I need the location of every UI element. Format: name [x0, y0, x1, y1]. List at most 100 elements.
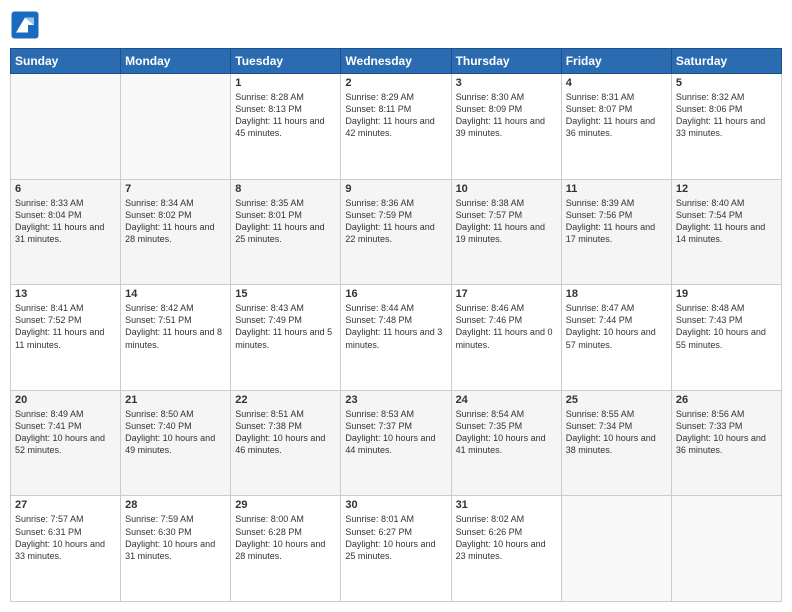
cell-content: Sunrise: 8:53 AM Sunset: 7:37 PM Dayligh… [345, 408, 446, 457]
cell-content: Sunrise: 8:36 AM Sunset: 7:59 PM Dayligh… [345, 197, 446, 246]
calendar-header-row: SundayMondayTuesdayWednesdayThursdayFrid… [11, 49, 782, 74]
calendar-cell: 18Sunrise: 8:47 AM Sunset: 7:44 PM Dayli… [561, 285, 671, 391]
cell-content: Sunrise: 8:44 AM Sunset: 7:48 PM Dayligh… [345, 302, 446, 351]
cell-content: Sunrise: 8:43 AM Sunset: 7:49 PM Dayligh… [235, 302, 336, 351]
calendar-day-header: Wednesday [341, 49, 451, 74]
calendar-cell: 12 Sunrise: 8:40 AM Sunset: 7:54 PM Dayli… [671, 179, 781, 285]
calendar-week-row: 13Sunrise: 8:41 AM Sunset: 7:52 PM Dayli… [11, 285, 782, 391]
day-number: 6 [15, 183, 116, 195]
cell-content: Sunrise: 8:34 AM Sunset: 8:02 PM Dayligh… [125, 197, 226, 246]
cell-content: Sunrise: 8:30 AM Sunset: 8:09 PM Dayligh… [456, 91, 557, 140]
calendar-day-header: Tuesday [231, 49, 341, 74]
calendar-cell: 6 Sunrise: 8:33 AM Sunset: 8:04 PM Daylig… [11, 179, 121, 285]
calendar-table: SundayMondayTuesdayWednesdayThursdayFrid… [10, 48, 782, 602]
day-number: 7 [125, 183, 226, 195]
day-number: 26 [676, 394, 777, 406]
calendar-day-header: Monday [121, 49, 231, 74]
day-number: 25 [566, 394, 667, 406]
calendar-cell: 16 Sunrise: 8:44 AM Sunset: 7:48 PM Dayli… [341, 285, 451, 391]
calendar-cell: 2 Sunrise: 8:29 AM Sunset: 8:11 PM Daylig… [341, 74, 451, 180]
cell-content: Sunrise: 8:41 AM Sunset: 7:52 PM Dayligh… [15, 302, 116, 351]
cell-content: Sunrise: 8:51 AM Sunset: 7:38 PM Dayligh… [235, 408, 336, 457]
day-number: 8 [235, 183, 336, 195]
calendar-cell: 4 Sunrise: 8:31 AM Sunset: 8:07 PM Daylig… [561, 74, 671, 180]
day-number: 1 [235, 77, 336, 89]
day-number: 22 [235, 394, 336, 406]
cell-content: Sunrise: 8:35 AM Sunset: 8:01 PM Dayligh… [235, 197, 336, 246]
calendar-cell: 22 Sunrise: 8:51 AM Sunset: 7:38 PM Dayli… [231, 390, 341, 496]
calendar-cell [671, 496, 781, 602]
calendar-cell: 23 Sunrise: 8:53 AM Sunset: 7:37 PM Dayli… [341, 390, 451, 496]
cell-content: Sunrise: 8:48 AM Sunset: 7:43 PM Dayligh… [676, 302, 777, 351]
calendar-cell: 27 Sunrise: 7:57 AM Sunset: 6:31 PM Dayli… [11, 496, 121, 602]
calendar-cell: 15Sunrise: 8:43 AM Sunset: 7:49 PM Dayli… [231, 285, 341, 391]
day-number: 29 [235, 499, 336, 511]
cell-content: Sunrise: 8:50 AM Sunset: 7:40 PM Dayligh… [125, 408, 226, 457]
day-number: 4 [566, 77, 667, 89]
cell-content: Sunrise: 8:42 AM Sunset: 7:51 PM Dayligh… [125, 302, 226, 351]
calendar-day-header: Sunday [11, 49, 121, 74]
calendar-cell: 8 Sunrise: 8:35 AM Sunset: 8:01 PM Daylig… [231, 179, 341, 285]
calendar-cell [121, 74, 231, 180]
day-number: 31 [456, 499, 557, 511]
cell-content: Sunrise: 8:31 AM Sunset: 8:07 PM Dayligh… [566, 91, 667, 140]
header [10, 10, 782, 40]
calendar-body: 1 Sunrise: 8:28 AM Sunset: 8:13 PM Daylig… [11, 74, 782, 602]
cell-content: Sunrise: 8:29 AM Sunset: 8:11 PM Dayligh… [345, 91, 446, 140]
logo-icon [10, 10, 40, 40]
calendar-cell: 19 Sunrise: 8:48 AM Sunset: 7:43 PM Dayli… [671, 285, 781, 391]
calendar-cell: 14 Sunrise: 8:42 AM Sunset: 7:51 PM Dayli… [121, 285, 231, 391]
calendar-cell: 25 Sunrise: 8:55 AM Sunset: 7:34 PM Dayli… [561, 390, 671, 496]
cell-content: Sunrise: 8:28 AM Sunset: 8:13 PM Dayligh… [235, 91, 336, 140]
calendar-cell: 13Sunrise: 8:41 AM Sunset: 7:52 PM Dayli… [11, 285, 121, 391]
calendar-cell: 11Sunrise: 8:39 AM Sunset: 7:56 PM Dayli… [561, 179, 671, 285]
calendar-week-row: 6 Sunrise: 8:33 AM Sunset: 8:04 PM Daylig… [11, 179, 782, 285]
cell-content: Sunrise: 8:49 AM Sunset: 7:41 PM Dayligh… [15, 408, 116, 457]
day-number: 23 [345, 394, 446, 406]
calendar-cell: 26 Sunrise: 8:56 AM Sunset: 7:33 PM Dayli… [671, 390, 781, 496]
day-number: 11 [566, 183, 667, 195]
day-number: 21 [125, 394, 226, 406]
cell-content: Sunrise: 8:00 AM Sunset: 6:28 PM Dayligh… [235, 513, 336, 562]
day-number: 16 [345, 288, 446, 300]
day-number: 2 [345, 77, 446, 89]
cell-content: Sunrise: 8:46 AM Sunset: 7:46 PM Dayligh… [456, 302, 557, 351]
cell-content: Sunrise: 8:40 AM Sunset: 7:54 PM Dayligh… [676, 197, 777, 246]
day-number: 20 [15, 394, 116, 406]
cell-content: Sunrise: 8:54 AM Sunset: 7:35 PM Dayligh… [456, 408, 557, 457]
calendar-cell: 20 Sunrise: 8:49 AM Sunset: 7:41 PM Dayli… [11, 390, 121, 496]
day-number: 19 [676, 288, 777, 300]
day-number: 12 [676, 183, 777, 195]
calendar-cell: 9Sunrise: 8:36 AM Sunset: 7:59 PM Daylig… [341, 179, 451, 285]
calendar-cell: 21 Sunrise: 8:50 AM Sunset: 7:40 PM Dayli… [121, 390, 231, 496]
cell-content: Sunrise: 8:02 AM Sunset: 6:26 PM Dayligh… [456, 513, 557, 562]
calendar-cell: 1 Sunrise: 8:28 AM Sunset: 8:13 PM Daylig… [231, 74, 341, 180]
calendar-day-header: Thursday [451, 49, 561, 74]
calendar-cell: 3 Sunrise: 8:30 AM Sunset: 8:09 PM Daylig… [451, 74, 561, 180]
day-number: 17 [456, 288, 557, 300]
day-number: 10 [456, 183, 557, 195]
calendar-cell: 28Sunrise: 7:59 AM Sunset: 6:30 PM Dayli… [121, 496, 231, 602]
calendar-cell: 17 Sunrise: 8:46 AM Sunset: 7:46 PM Dayli… [451, 285, 561, 391]
calendar-cell [11, 74, 121, 180]
calendar-cell: 10 Sunrise: 8:38 AM Sunset: 7:57 PM Dayli… [451, 179, 561, 285]
cell-content: Sunrise: 7:57 AM Sunset: 6:31 PM Dayligh… [15, 513, 116, 562]
cell-content: Sunrise: 8:47 AM Sunset: 7:44 PM Dayligh… [566, 302, 667, 351]
cell-content: Sunrise: 8:01 AM Sunset: 6:27 PM Dayligh… [345, 513, 446, 562]
calendar-cell: 30Sunrise: 8:01 AM Sunset: 6:27 PM Dayli… [341, 496, 451, 602]
cell-content: Sunrise: 8:33 AM Sunset: 8:04 PM Dayligh… [15, 197, 116, 246]
cell-content: Sunrise: 8:55 AM Sunset: 7:34 PM Dayligh… [566, 408, 667, 457]
day-number: 27 [15, 499, 116, 511]
calendar-cell: 31 Sunrise: 8:02 AM Sunset: 6:26 PM Dayli… [451, 496, 561, 602]
day-number: 28 [125, 499, 226, 511]
calendar-day-header: Saturday [671, 49, 781, 74]
main-container: SundayMondayTuesdayWednesdayThursdayFrid… [0, 0, 792, 612]
cell-content: Sunrise: 8:38 AM Sunset: 7:57 PM Dayligh… [456, 197, 557, 246]
calendar-week-row: 27 Sunrise: 7:57 AM Sunset: 6:31 PM Dayli… [11, 496, 782, 602]
cell-content: Sunrise: 8:56 AM Sunset: 7:33 PM Dayligh… [676, 408, 777, 457]
calendar-cell [561, 496, 671, 602]
calendar-week-row: 20 Sunrise: 8:49 AM Sunset: 7:41 PM Dayli… [11, 390, 782, 496]
day-number: 14 [125, 288, 226, 300]
day-number: 3 [456, 77, 557, 89]
calendar-cell: 5Sunrise: 8:32 AM Sunset: 8:06 PM Daylig… [671, 74, 781, 180]
